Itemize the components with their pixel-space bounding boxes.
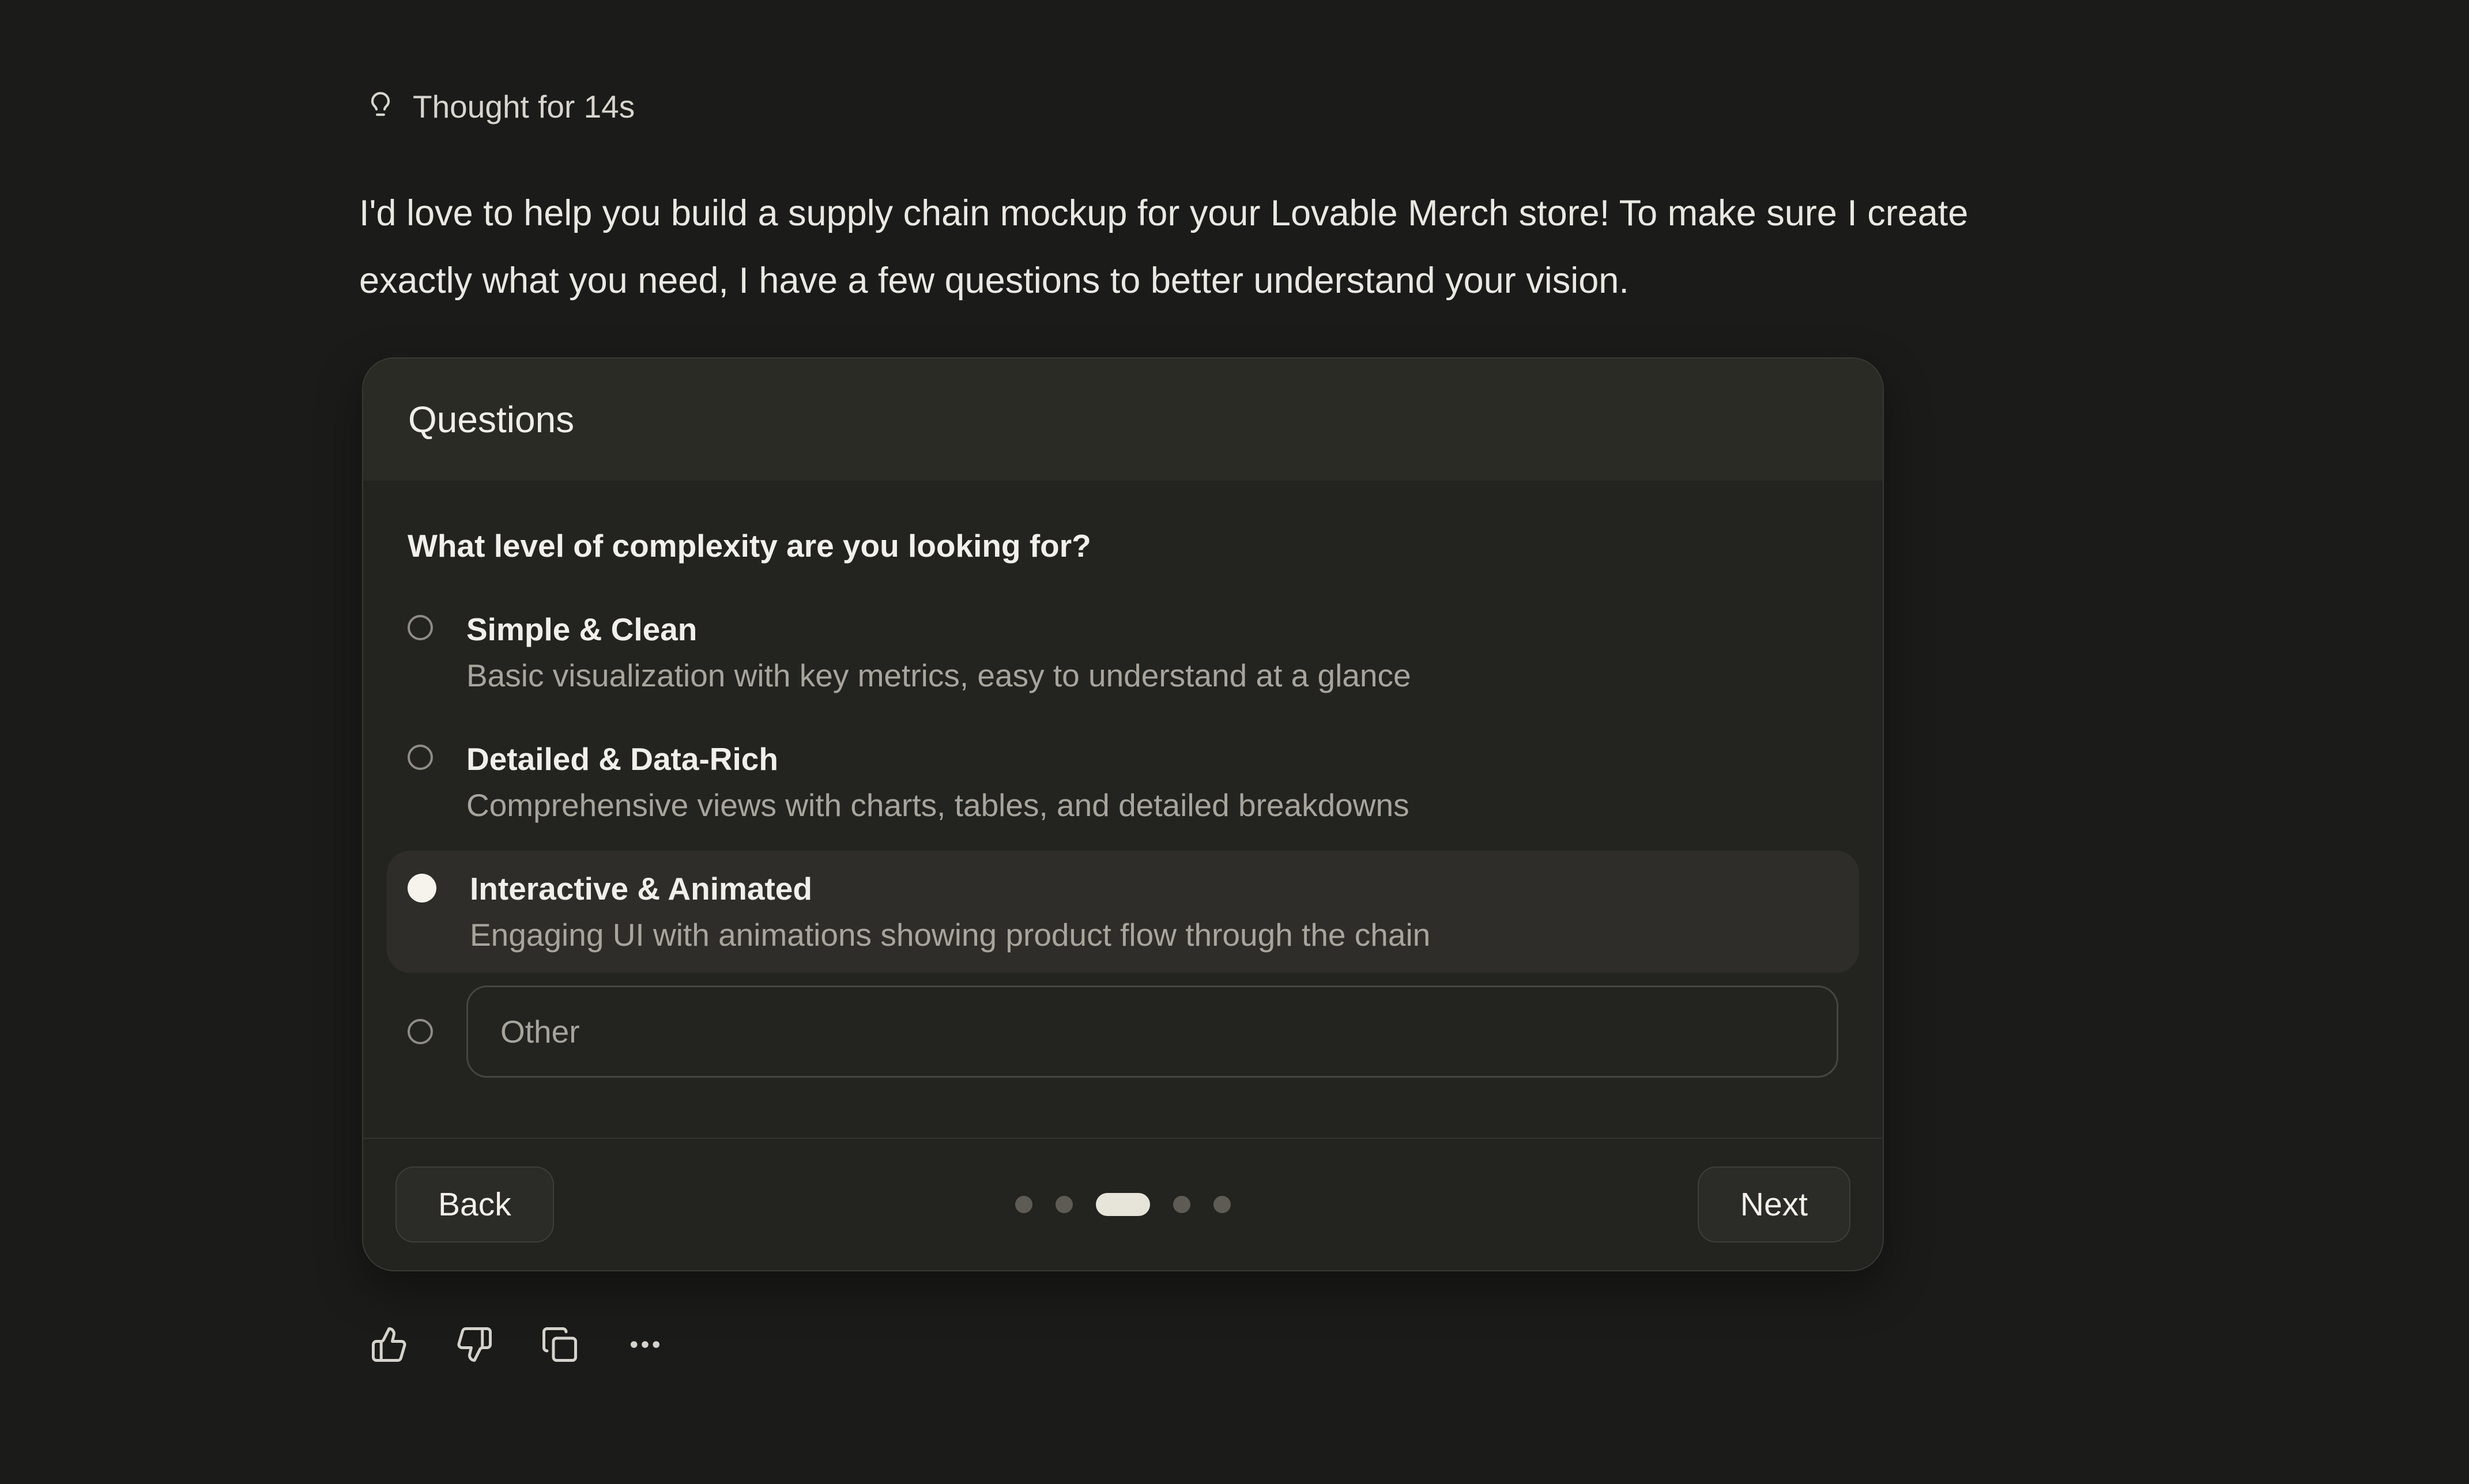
card-footer: Back Next [363, 1138, 1883, 1270]
option-title: Detailed & Data-Rich [466, 736, 1409, 782]
option-row-simple-clean[interactable]: Simple & Clean Basic visualization with … [387, 591, 1859, 713]
message-line-1: I'd love to help you build a supply chai… [359, 180, 1968, 247]
radio-icon[interactable] [408, 1019, 433, 1044]
assistant-message: I'd love to help you build a supply chai… [359, 180, 1968, 315]
copy-button[interactable] [541, 1326, 579, 1364]
thought-toggle[interactable]: Thought for 14s [364, 86, 635, 127]
thumbs-down-button[interactable] [455, 1326, 493, 1364]
option-row-detailed-data-rich[interactable]: Detailed & Data-Rich Comprehensive views… [387, 721, 1859, 843]
message-line-2: exactly what you need, I have a few ques… [359, 247, 1968, 315]
question-text: What level of complexity are you looking… [387, 527, 1859, 565]
next-button[interactable]: Next [1698, 1166, 1850, 1243]
pagination-dot [1173, 1196, 1190, 1213]
copy-icon [541, 1326, 579, 1364]
option-description: Engaging UI with animations showing prod… [470, 912, 1430, 958]
pagination-dot [1056, 1196, 1073, 1213]
other-input[interactable] [466, 985, 1838, 1078]
option-title: Simple & Clean [466, 606, 1411, 652]
questions-card: Questions What level of complexity are y… [362, 357, 1884, 1271]
radio-icon[interactable] [408, 615, 433, 640]
pagination-dots [1015, 1193, 1231, 1216]
pagination-dot [1015, 1196, 1032, 1213]
card-title: Questions [408, 398, 574, 441]
radio-selected-icon[interactable] [408, 874, 436, 903]
thumbs-up-icon [370, 1326, 408, 1364]
message-actions [370, 1326, 664, 1364]
card-body: What level of complexity are you looking… [363, 481, 1883, 1138]
radio-icon[interactable] [408, 745, 433, 770]
option-row-other [387, 985, 1859, 1078]
option-description: Basic visualization with key metrics, ea… [466, 652, 1411, 698]
card-header: Questions [363, 358, 1883, 481]
thumbs-down-icon [455, 1326, 493, 1364]
thumbs-up-button[interactable] [370, 1326, 408, 1364]
option-row-interactive-animated[interactable]: Interactive & Animated Engaging UI with … [387, 851, 1859, 973]
thought-label: Thought for 14s [413, 86, 635, 127]
option-title: Interactive & Animated [470, 866, 1430, 912]
lightbulb-icon [364, 90, 397, 123]
more-options-button[interactable] [626, 1326, 664, 1364]
pagination-dot [1213, 1196, 1231, 1213]
back-button[interactable]: Back [395, 1166, 554, 1243]
option-description: Comprehensive views with charts, tables,… [466, 782, 1409, 828]
pagination-dot-active [1096, 1193, 1150, 1216]
ellipsis-icon [626, 1326, 664, 1364]
